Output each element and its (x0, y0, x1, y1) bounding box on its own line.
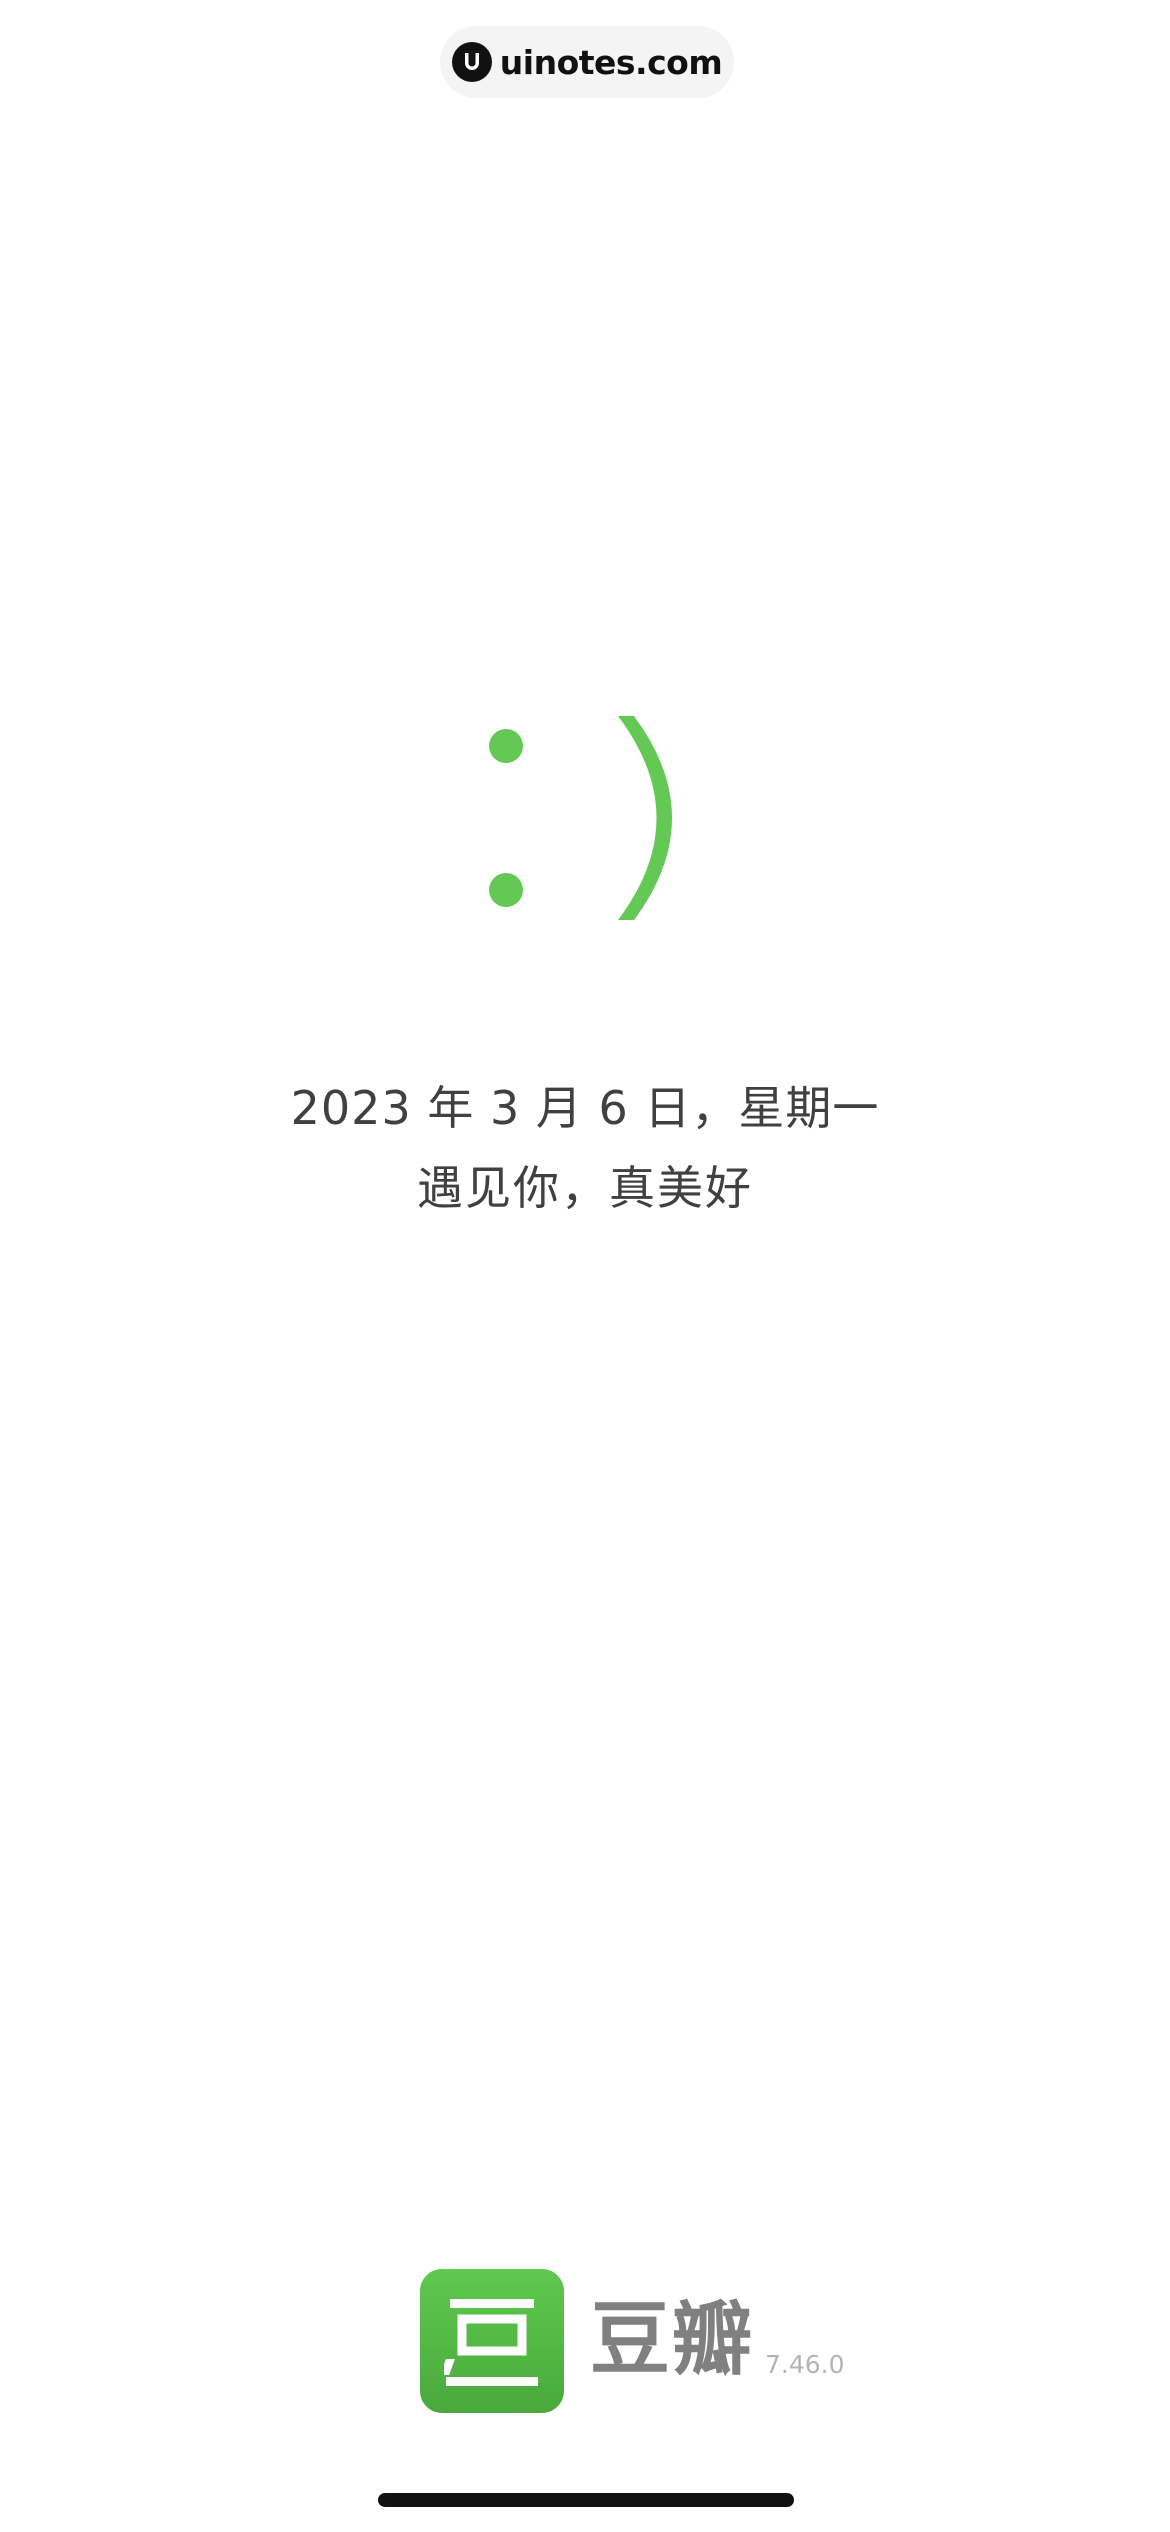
greeting-text: 遇见你，真美好 (417, 1161, 753, 1215)
app-version: 7.46.0 (765, 2350, 845, 2379)
uinotes-watermark: uinotes.com (440, 26, 734, 98)
smiley-emoticon (480, 714, 700, 944)
uinotes-logo-icon (451, 42, 492, 82)
watermark-text: uinotes.com (499, 42, 723, 82)
home-indicator[interactable] (378, 2493, 794, 2507)
date-text: 2023 年 3 月 6 日，星期一 (290, 1081, 880, 1135)
app-name-logotype: 豆瓣 (590, 2293, 754, 2386)
douban-app-icon (420, 2269, 564, 2413)
